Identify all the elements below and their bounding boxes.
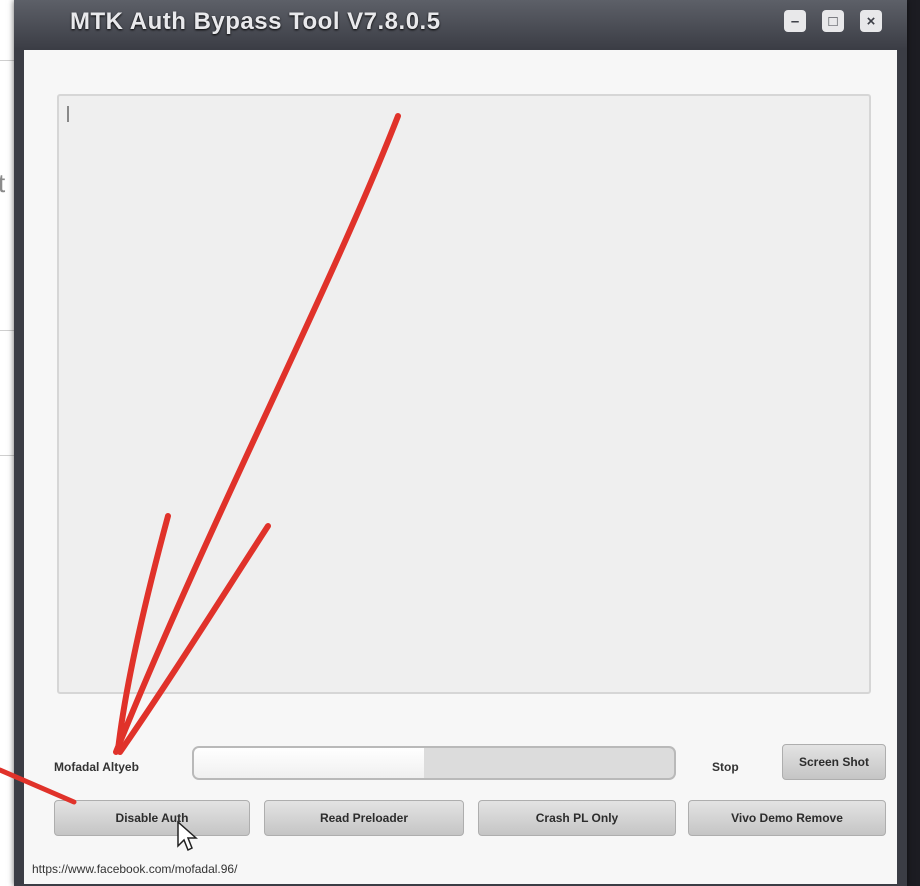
client-area: Mofadal Altyeb Stop Screen Shot Disable …: [24, 50, 897, 884]
log-textarea[interactable]: [57, 94, 871, 694]
progress-bar: [192, 746, 676, 780]
progress-bar-fill: [194, 748, 425, 778]
disable-auth-button[interactable]: Disable Auth: [54, 800, 250, 836]
vivo-demo-remove-button[interactable]: Vivo Demo Remove: [688, 800, 886, 836]
crash-pl-only-button[interactable]: Crash PL Only: [478, 800, 676, 836]
author-label: Mofadal Altyeb: [54, 760, 139, 774]
minimize-icon[interactable]: –: [784, 10, 806, 32]
maximize-icon[interactable]: □: [822, 10, 844, 32]
close-icon[interactable]: ×: [860, 10, 882, 32]
app-window: MTK Auth Bypass Tool V7.8.0.5 – □ × Mofa…: [14, 0, 907, 886]
title-bar[interactable]: MTK Auth Bypass Tool V7.8.0.5 – □ ×: [14, 0, 907, 48]
screenshot-button[interactable]: Screen Shot: [782, 744, 886, 780]
text-caret: [67, 106, 69, 122]
facebook-link[interactable]: https://www.facebook.com/mofadal.96/: [32, 862, 237, 876]
read-preloader-button[interactable]: Read Preloader: [264, 800, 464, 836]
stop-button[interactable]: Stop: [712, 760, 739, 774]
window-title: MTK Auth Bypass Tool V7.8.0.5: [70, 8, 441, 35]
